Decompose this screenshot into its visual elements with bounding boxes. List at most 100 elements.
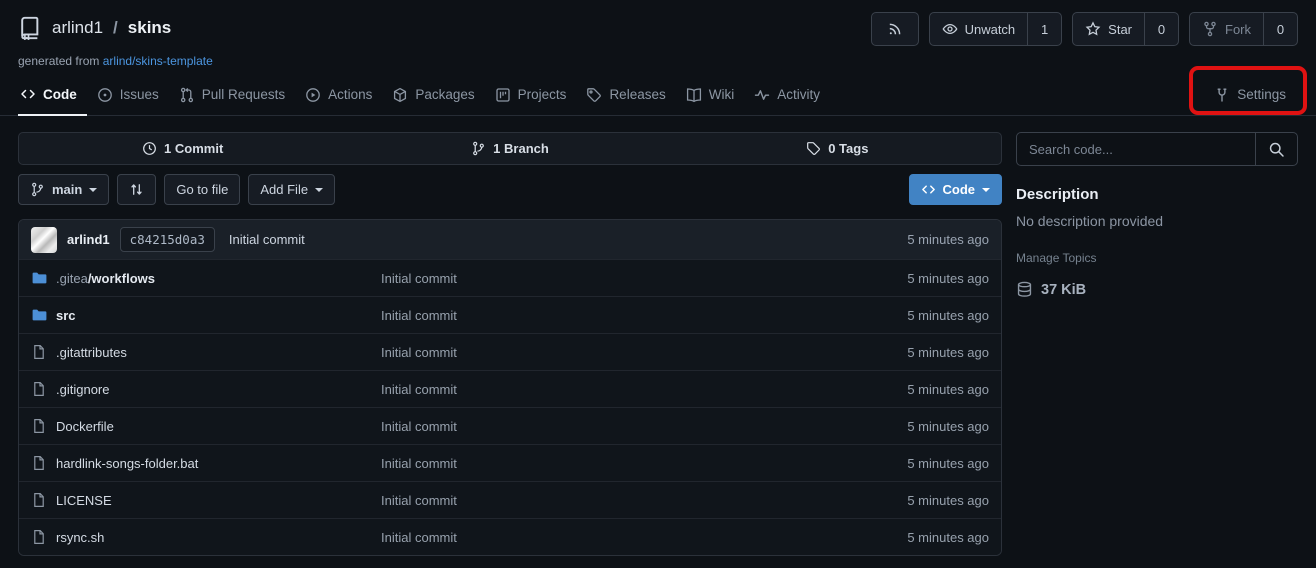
repo-actions: Unwatch 1 Star 0 <box>871 12 1298 46</box>
file-icon <box>31 455 47 471</box>
watch-label: Unwatch <box>965 22 1016 37</box>
file-commit-time: 5 minutes ago <box>907 493 989 508</box>
template-repo-link[interactable]: arlind/skins-template <box>103 54 213 68</box>
search-button[interactable] <box>1255 133 1297 165</box>
repo-tab-bar: Code Issues Pull Requests Actions Packag… <box>0 76 1316 116</box>
repo-name-link[interactable]: skins <box>128 18 171 38</box>
generated-from-label: generated from <box>18 54 99 68</box>
file-name-link[interactable]: rsync.sh <box>56 530 104 545</box>
tab-packages[interactable]: Packages <box>382 76 484 115</box>
file-commit-message-link[interactable]: Initial commit <box>381 530 907 545</box>
tab-actions[interactable]: Actions <box>295 76 382 115</box>
table-row[interactable]: rsync.sh Initial commit 5 minutes ago <box>19 518 1001 555</box>
table-row[interactable]: hardlink-songs-folder.bat Initial commit… <box>19 444 1001 481</box>
add-file-button[interactable]: Add File <box>248 174 335 205</box>
tab-releases[interactable]: Releases <box>576 76 675 115</box>
repo-header: arlind1 / skins <box>0 0 1316 68</box>
tab-projects[interactable]: Projects <box>485 76 577 115</box>
tab-label: Activity <box>777 87 820 102</box>
fork-icon <box>1202 21 1218 37</box>
search-icon <box>1268 141 1285 158</box>
file-commit-message-link[interactable]: Initial commit <box>381 271 907 286</box>
file-commit-time: 5 minutes ago <box>907 308 989 323</box>
table-row[interactable]: .gitattributes Initial commit 5 minutes … <box>19 333 1001 370</box>
go-to-file-button[interactable]: Go to file <box>164 174 240 205</box>
avatar[interactable] <box>31 227 57 253</box>
fork-count[interactable]: 0 <box>1263 13 1297 45</box>
pulse-icon <box>754 87 770 103</box>
repo-owner-link[interactable]: arlind1 <box>52 18 103 38</box>
file-name-cell[interactable]: .gitignore <box>31 381 381 397</box>
database-icon <box>1016 281 1033 298</box>
unwatch-button[interactable]: Unwatch <box>930 13 1028 45</box>
file-icon <box>31 381 47 397</box>
rss-button[interactable] <box>871 12 919 46</box>
pull-request-icon <box>179 87 195 103</box>
file-name-cell[interactable]: .gitattributes <box>31 344 381 360</box>
commit-message-link[interactable]: Initial commit <box>229 232 305 247</box>
file-name-cell[interactable]: rsync.sh <box>31 529 381 545</box>
file-icon <box>31 344 47 360</box>
folder-icon <box>31 307 47 323</box>
file-name-cell[interactable]: hardlink-songs-folder.bat <box>31 455 381 471</box>
book-icon <box>686 87 702 103</box>
file-name-link[interactable]: Dockerfile <box>56 419 114 434</box>
file-name-link[interactable]: hardlink-songs-folder.bat <box>56 456 198 471</box>
table-row[interactable]: .gitignore Initial commit 5 minutes ago <box>19 370 1001 407</box>
repo-size: 37 KiB <box>1016 281 1298 298</box>
tab-activity[interactable]: Activity <box>744 76 830 115</box>
code-icon <box>921 182 936 197</box>
file-name-link[interactable]: .gitattributes <box>56 345 127 360</box>
file-name-link[interactable]: src <box>56 308 76 323</box>
tags-stat[interactable]: 0 Tags <box>674 133 1001 164</box>
file-name-cell[interactable]: LICENSE <box>31 492 381 508</box>
fork-button[interactable]: Fork <box>1190 13 1263 45</box>
chevron-down-icon <box>89 188 97 192</box>
repo-sidebar: Description No description provided Mana… <box>1016 132 1298 298</box>
file-name-link[interactable]: /workflows <box>88 271 155 286</box>
commits-stat[interactable]: 1 Commit <box>19 133 346 164</box>
file-commit-message-link[interactable]: Initial commit <box>381 493 907 508</box>
commit-hash-link[interactable]: c84215d0a3 <box>120 227 215 252</box>
branch-selector[interactable]: main <box>18 174 109 205</box>
file-name-link[interactable]: .gitignore <box>56 382 109 397</box>
file-commit-time: 5 minutes ago <box>907 345 989 360</box>
tab-label: Projects <box>518 87 567 102</box>
file-name-link[interactable]: LICENSE <box>56 493 112 508</box>
tab-issues[interactable]: Issues <box>87 76 169 115</box>
file-icon <box>31 418 47 434</box>
generated-from: generated from arlind/skins-template <box>18 54 1298 68</box>
tab-wiki[interactable]: Wiki <box>676 76 745 115</box>
watch-count[interactable]: 1 <box>1027 13 1061 45</box>
compare-button[interactable] <box>117 174 156 205</box>
table-row[interactable]: Dockerfile Initial commit 5 minutes ago <box>19 407 1001 444</box>
manage-topics-link[interactable]: Manage Topics <box>1016 251 1298 265</box>
tab-pull-requests[interactable]: Pull Requests <box>169 76 295 115</box>
table-row[interactable]: LICENSE Initial commit 5 minutes ago <box>19 481 1001 518</box>
file-name-cell[interactable]: src <box>31 307 381 323</box>
file-commit-time: 5 minutes ago <box>907 419 989 434</box>
file-commit-message-link[interactable]: Initial commit <box>381 419 907 434</box>
star-label: Star <box>1108 22 1132 37</box>
branches-stat-label: 1 Branch <box>493 141 549 156</box>
file-name-cell[interactable]: .gitea/workflows <box>31 270 381 286</box>
table-row[interactable]: .gitea/workflows Initial commit 5 minute… <box>19 259 1001 296</box>
commit-author-link[interactable]: arlind1 <box>67 232 110 247</box>
search-input[interactable] <box>1017 133 1255 165</box>
chevron-down-icon <box>982 188 990 192</box>
code-download-button[interactable]: Code <box>909 174 1003 205</box>
tag-icon <box>586 87 602 103</box>
file-name-cell[interactable]: Dockerfile <box>31 418 381 434</box>
file-commit-message-link[interactable]: Initial commit <box>381 308 907 323</box>
star-button[interactable]: Star <box>1073 13 1144 45</box>
file-commit-message-link[interactable]: Initial commit <box>381 456 907 471</box>
table-row[interactable]: src Initial commit 5 minutes ago <box>19 296 1001 333</box>
file-commit-message-link[interactable]: Initial commit <box>381 382 907 397</box>
file-commit-message-link[interactable]: Initial commit <box>381 345 907 360</box>
tab-settings[interactable]: Settings <box>1204 76 1298 115</box>
star-count[interactable]: 0 <box>1144 13 1178 45</box>
tab-code[interactable]: Code <box>18 76 87 116</box>
file-icon <box>31 529 47 545</box>
branch-icon <box>471 141 486 156</box>
branches-stat[interactable]: 1 Branch <box>346 133 673 164</box>
